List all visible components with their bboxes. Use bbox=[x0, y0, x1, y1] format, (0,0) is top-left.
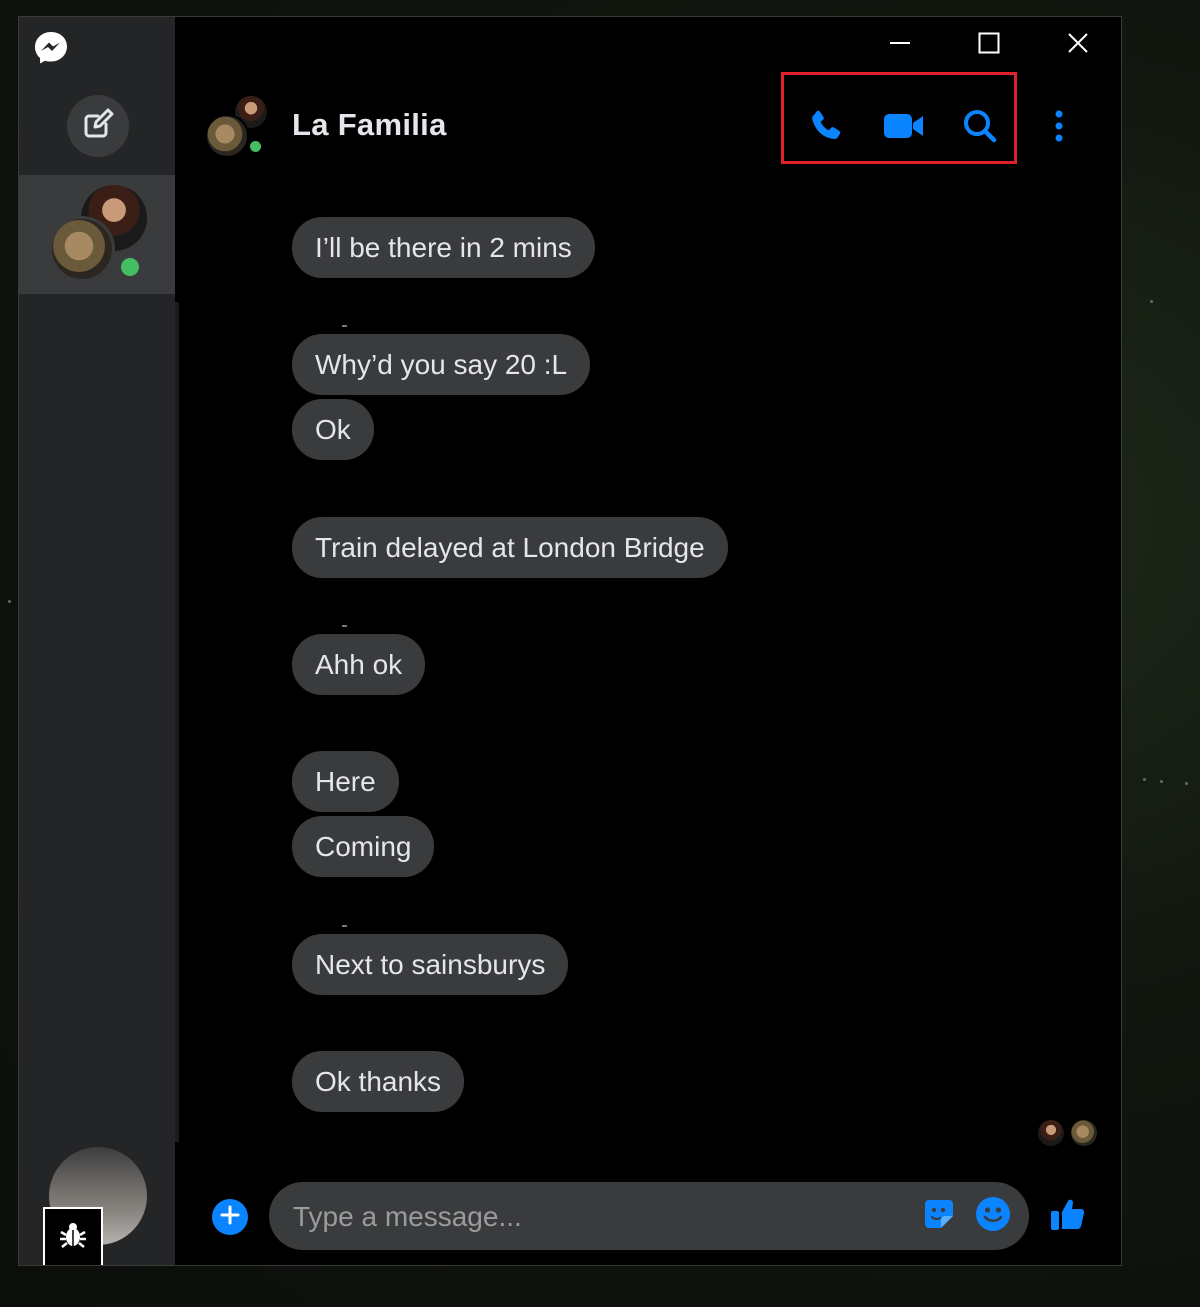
group-member-avatar bbox=[49, 216, 115, 282]
message-bubble[interactable]: I’ll be there in 2 mins bbox=[292, 217, 595, 278]
desktop-speck bbox=[8, 600, 11, 603]
phone-icon bbox=[809, 108, 845, 149]
audio-call-button[interactable] bbox=[805, 106, 849, 150]
maximize-icon bbox=[978, 32, 1000, 59]
sticker-button[interactable] bbox=[919, 1196, 959, 1236]
close-button[interactable] bbox=[1055, 27, 1101, 63]
video-camera-icon bbox=[883, 111, 925, 146]
messenger-window: La Familia I’ll be there in 2 mins Why’d… bbox=[18, 16, 1122, 1266]
online-status-dot bbox=[118, 255, 142, 279]
message-input[interactable] bbox=[291, 1182, 895, 1252]
sidebar-divider bbox=[175, 302, 179, 1142]
compose-button[interactable] bbox=[67, 95, 129, 157]
desktop-speck bbox=[1150, 300, 1153, 303]
online-status-dot bbox=[247, 138, 264, 155]
plus-circle-icon bbox=[219, 1204, 241, 1231]
conversation-header: La Familia bbox=[175, 72, 1121, 177]
sidebar bbox=[19, 17, 175, 1265]
seen-by-avatar bbox=[1038, 1120, 1064, 1146]
messenger-logo-icon bbox=[33, 30, 69, 66]
minimize-button[interactable] bbox=[877, 27, 923, 63]
desktop-speck bbox=[1185, 782, 1188, 785]
seen-by-avatar bbox=[1071, 1120, 1097, 1146]
message-bubble[interactable]: Ahh ok bbox=[292, 634, 426, 695]
group-member-avatar bbox=[205, 114, 249, 158]
emoji-button[interactable] bbox=[973, 1196, 1013, 1236]
emoji-icon bbox=[975, 1196, 1011, 1237]
more-vertical-icon bbox=[1053, 108, 1065, 149]
more-options-button[interactable] bbox=[1037, 106, 1081, 150]
sticker-icon bbox=[921, 1196, 957, 1237]
minimize-icon bbox=[889, 32, 911, 59]
conversation-title[interactable]: La Familia bbox=[292, 107, 447, 143]
message-bubble[interactable]: Here bbox=[292, 751, 399, 812]
message-bubble[interactable]: Train delayed at London Bridge bbox=[292, 517, 728, 578]
more-actions-button[interactable] bbox=[212, 1199, 248, 1235]
video-call-button[interactable] bbox=[882, 106, 926, 150]
message-bubble[interactable]: Why’d you say 20 :L bbox=[292, 334, 591, 395]
send-like-button[interactable] bbox=[1047, 1195, 1089, 1237]
close-icon bbox=[1067, 32, 1089, 59]
message-bubble[interactable]: Ok bbox=[292, 399, 374, 460]
thumbs-up-icon bbox=[1049, 1195, 1087, 1238]
message-bubble[interactable]: Next to sainsburys bbox=[292, 934, 569, 995]
sender-indicator bbox=[342, 925, 347, 927]
report-bug-button[interactable] bbox=[43, 1207, 103, 1265]
compose-icon bbox=[81, 107, 115, 146]
desktop-speck bbox=[1160, 780, 1163, 783]
sender-indicator bbox=[342, 325, 347, 327]
maximize-button[interactable] bbox=[966, 27, 1012, 63]
conversation-item-la-familia[interactable] bbox=[19, 175, 175, 294]
message-bubble[interactable]: Coming bbox=[292, 816, 435, 877]
search-conversation-button[interactable] bbox=[958, 106, 1002, 150]
desktop-speck bbox=[1143, 778, 1146, 781]
sender-indicator bbox=[342, 625, 347, 627]
message-composer bbox=[269, 1182, 1029, 1252]
search-icon bbox=[962, 108, 998, 149]
message-bubble[interactable]: Ok thanks bbox=[292, 1051, 465, 1112]
bug-icon bbox=[58, 1220, 88, 1255]
